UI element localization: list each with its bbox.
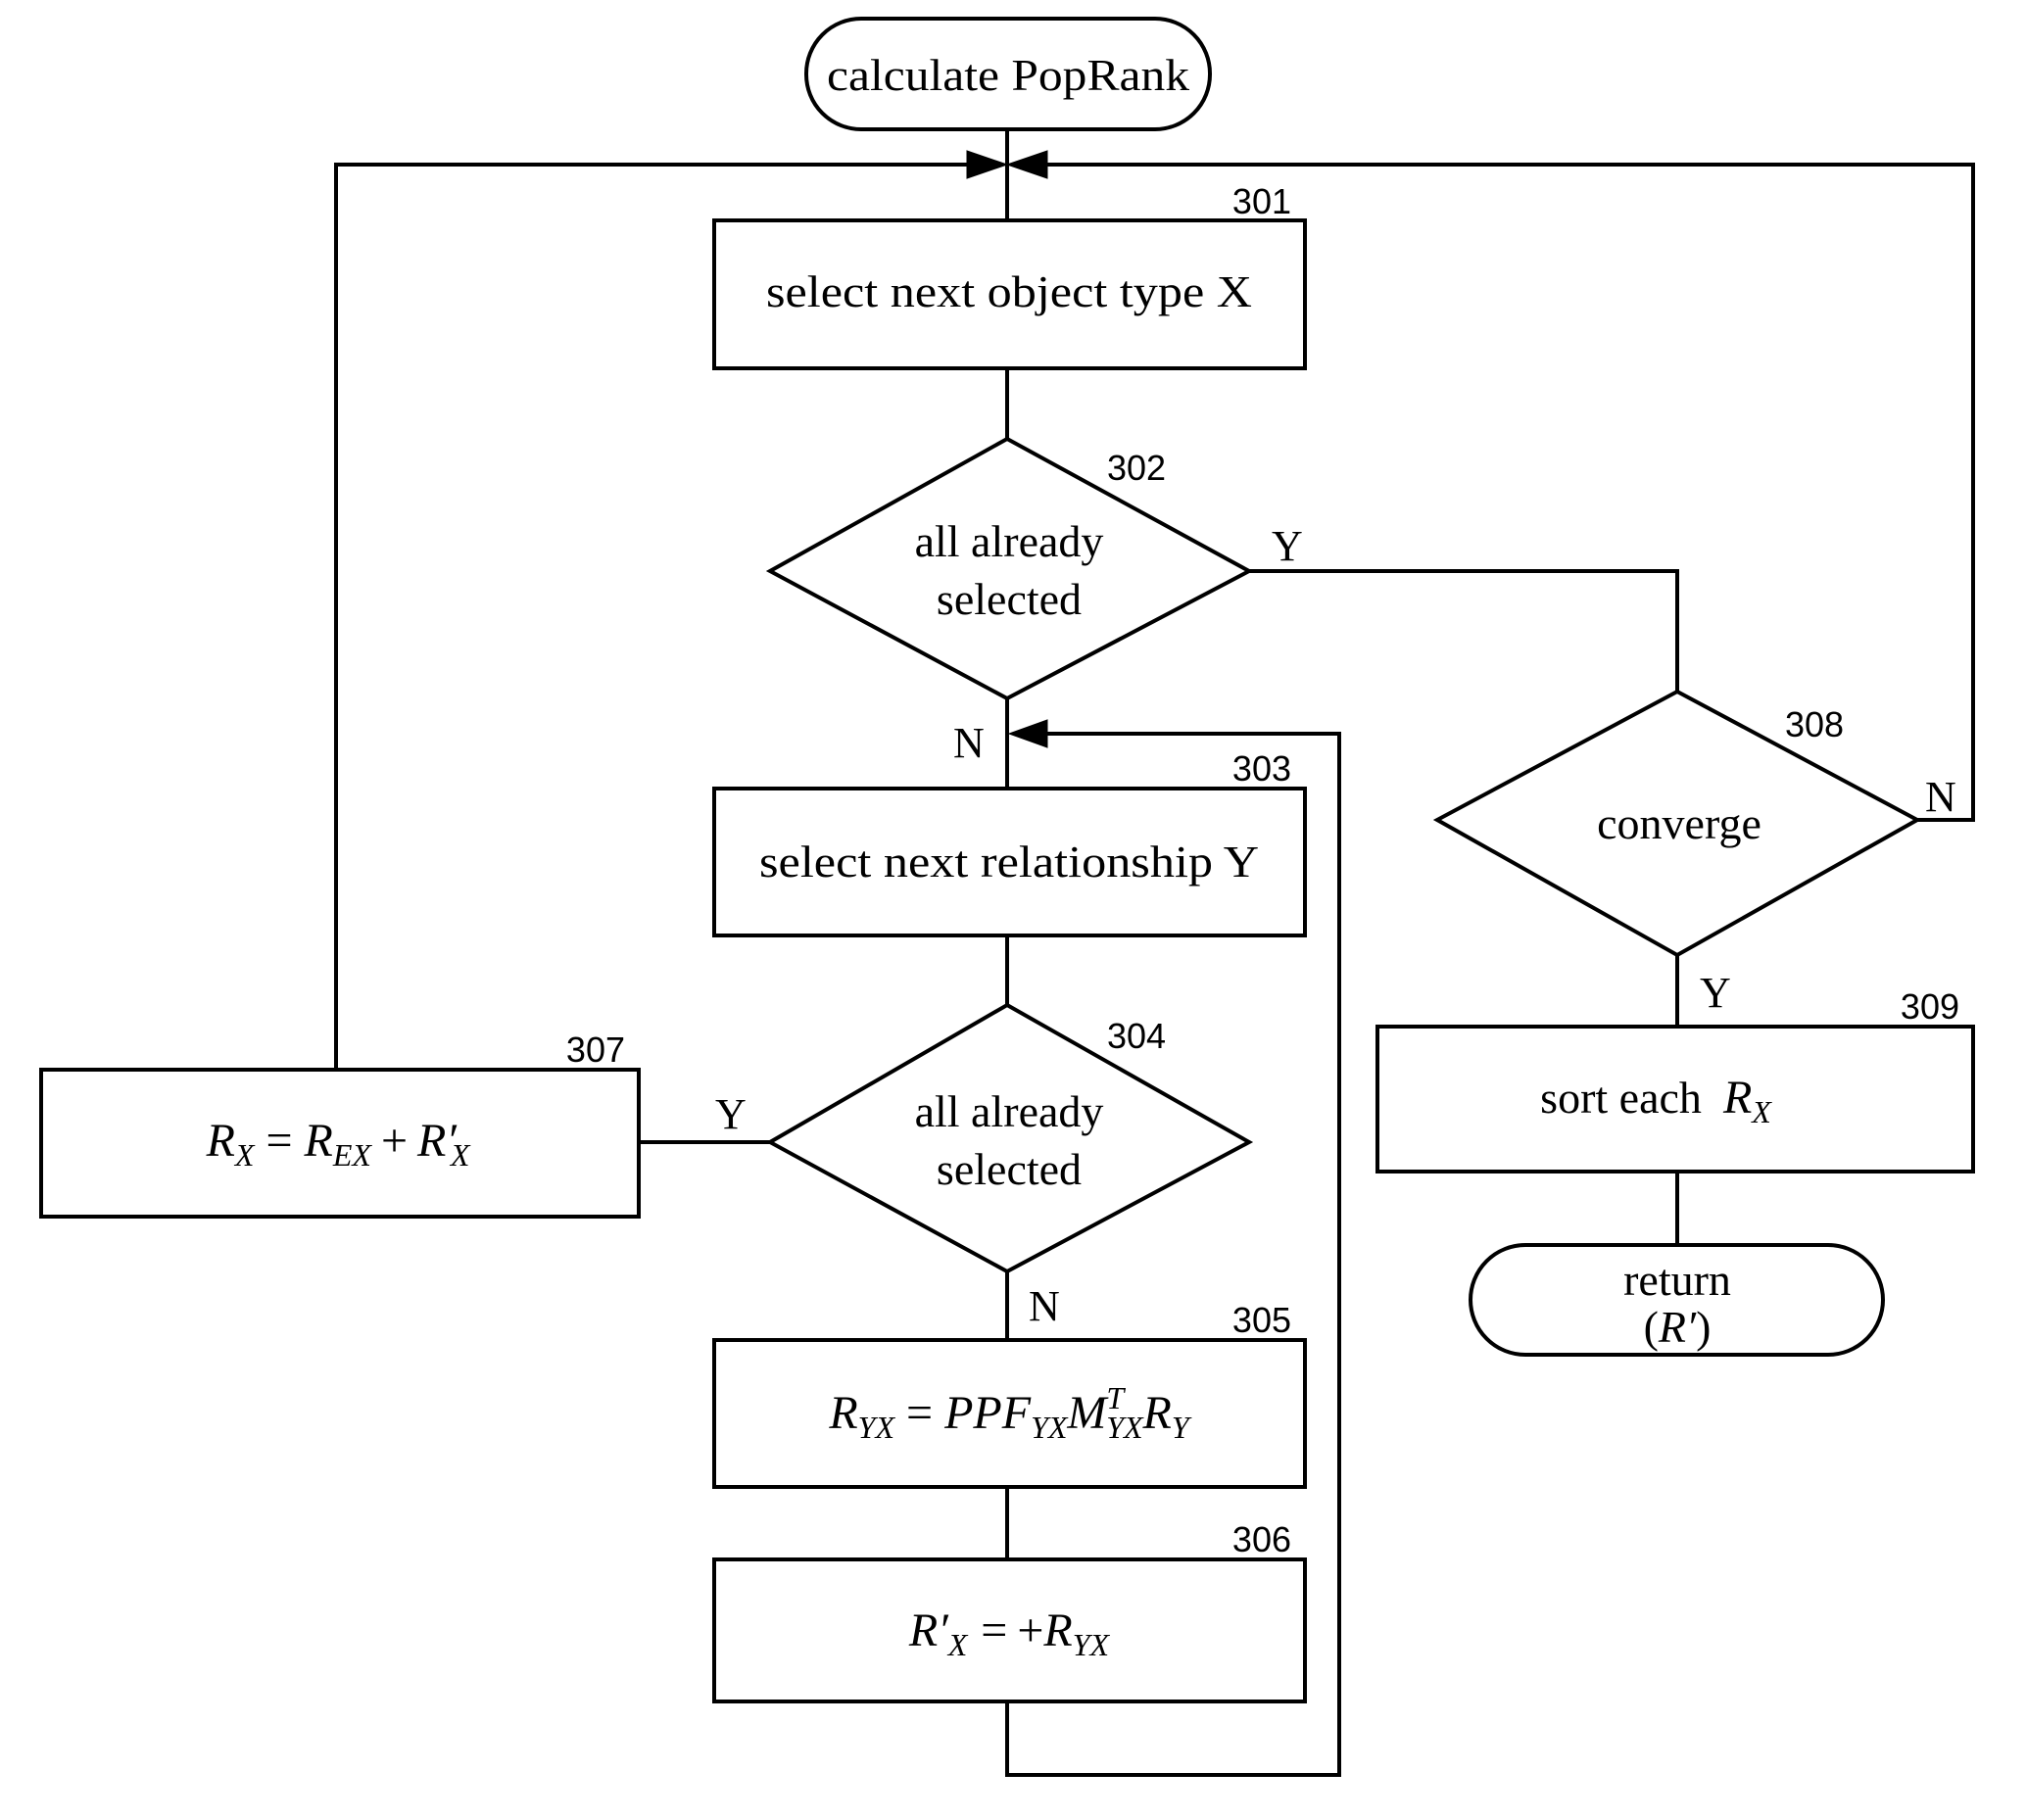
node-304-line1: all already bbox=[915, 1086, 1104, 1136]
edge-label-308-yes: Y bbox=[1700, 969, 1731, 1017]
node-308: 308 converge N Y bbox=[1432, 689, 1956, 1017]
node-306: 306 R′X = +RYX bbox=[712, 1519, 1307, 1703]
node-304-line2: selected bbox=[937, 1144, 1082, 1194]
edge-label-304-no: N bbox=[1029, 1282, 1060, 1330]
formula-307-t1: R bbox=[304, 1115, 333, 1167]
formula-305-t1: PPF bbox=[943, 1387, 1032, 1439]
decision-diamond-302 bbox=[765, 436, 1254, 701]
node-309-math: R bbox=[1722, 1072, 1752, 1124]
start-label: calculate PopRank bbox=[827, 50, 1189, 100]
edge-label-302-yes: Y bbox=[1272, 522, 1303, 570]
node-302-line2: selected bbox=[937, 574, 1082, 624]
ref-number-306: 306 bbox=[1232, 1519, 1291, 1559]
formula-306-lhs: R′ bbox=[908, 1604, 949, 1656]
process-box-306 bbox=[712, 1557, 1307, 1703]
node-end: return (R′) bbox=[1469, 1243, 1885, 1357]
ref-number-301: 301 bbox=[1232, 181, 1291, 221]
connectors bbox=[334, 130, 1975, 1777]
end-paren-close: ) bbox=[1696, 1302, 1711, 1352]
node-309-label: sort each RX bbox=[1540, 1072, 1772, 1129]
formula-307-lhs-sub: X bbox=[233, 1137, 256, 1173]
node-309-text: sort each bbox=[1540, 1073, 1702, 1123]
node-308-label: converge bbox=[1597, 798, 1761, 848]
arrowhead-left-icon bbox=[966, 150, 1009, 179]
node-307: 307 RX = REX + R′X bbox=[39, 1030, 641, 1219]
formula-305-eq: = bbox=[906, 1387, 933, 1439]
ref-number-308: 308 bbox=[1785, 704, 1844, 744]
node-start: calculate PopRank bbox=[804, 17, 1212, 131]
formula-305-t2: M bbox=[1066, 1387, 1109, 1439]
node-302: 302 all already selected Y N bbox=[765, 436, 1303, 767]
node-303-label: select next relationship Y bbox=[759, 837, 1259, 886]
ref-number-309: 309 bbox=[1901, 986, 1959, 1027]
formula-305-lhs: R bbox=[828, 1387, 857, 1439]
edge-label-308-no: N bbox=[1925, 773, 1956, 821]
formula-306-t1-sub: YX bbox=[1073, 1627, 1111, 1662]
edge-label-304-yes: Y bbox=[715, 1090, 747, 1138]
formula-307-t1-sub: EX bbox=[332, 1137, 373, 1173]
arrowhead-loop-icon bbox=[1007, 719, 1048, 748]
end-paren-open: ( bbox=[1644, 1302, 1659, 1352]
formula-306-op: + bbox=[1017, 1604, 1043, 1656]
edge-302-yes-to-308 bbox=[1249, 569, 1679, 692]
formula-307-lhs: R bbox=[206, 1115, 235, 1167]
node-309-math-sub: X bbox=[1750, 1094, 1772, 1129]
formula-306-lhs-sub: X bbox=[946, 1627, 969, 1662]
end-label-line1: return bbox=[1623, 1255, 1731, 1305]
formula-305-lhs-sub: YX bbox=[858, 1410, 896, 1445]
poprank-flowchart: calculate PopRank 301 select next object… bbox=[39, 17, 1975, 1777]
formula-305-t2-sub: YX bbox=[1106, 1410, 1144, 1445]
edge-label-302-no: N bbox=[953, 719, 985, 767]
formula-307-t2-sub: X bbox=[449, 1137, 471, 1173]
decision-diamond-304 bbox=[765, 1002, 1254, 1274]
ref-number-302: 302 bbox=[1107, 448, 1166, 488]
arrowhead-right-icon bbox=[1005, 150, 1048, 179]
ref-number-305: 305 bbox=[1232, 1300, 1291, 1340]
node-305: 305 RYX = PPFYXMT YXRY bbox=[712, 1300, 1307, 1489]
ref-number-307: 307 bbox=[566, 1030, 625, 1070]
node-303: 303 select next relationship Y bbox=[712, 748, 1307, 937]
ref-number-303: 303 bbox=[1232, 748, 1291, 789]
end-label-line2: (R′) bbox=[1644, 1302, 1712, 1352]
formula-307-eq: = bbox=[265, 1115, 292, 1167]
formula-307-op: + bbox=[381, 1115, 408, 1167]
formula-305-t3: R bbox=[1142, 1387, 1172, 1439]
node-301: 301 select next object type X bbox=[712, 181, 1307, 370]
ref-number-304: 304 bbox=[1107, 1016, 1166, 1056]
node-301-label: select next object type X bbox=[766, 266, 1252, 316]
end-math: R′ bbox=[1658, 1302, 1697, 1352]
formula-305-t1-sub: YX bbox=[1031, 1410, 1069, 1445]
formula-306-t1: R bbox=[1042, 1604, 1072, 1656]
formula-306-eq: = bbox=[981, 1604, 1007, 1656]
node-302-line1: all already bbox=[915, 516, 1104, 566]
node-304: 304 all already selected Y N bbox=[715, 1002, 1254, 1330]
